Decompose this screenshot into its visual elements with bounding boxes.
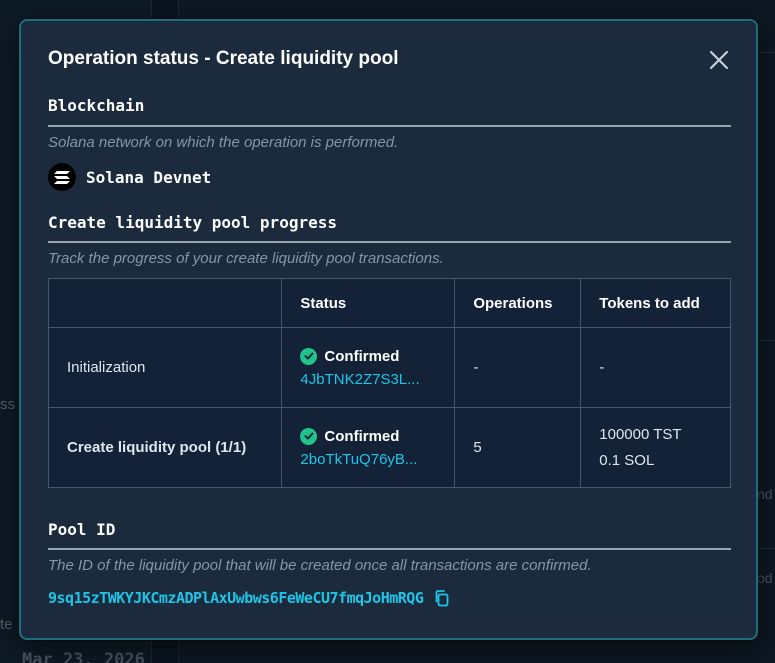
tokens-cell: 100000 TST 0.1 SOL xyxy=(580,407,731,488)
table-row: Initialization Confirmed 4JbTNK2Z7S3L...… xyxy=(47,327,731,408)
operations-value: 5 xyxy=(454,407,582,488)
pool-id-row: 9sq15zTWKYJKCmzADPlAxUwbws6FeWeCU7fmqJoH… xyxy=(48,589,451,607)
section-divider xyxy=(48,241,731,243)
background-text: od xyxy=(757,570,773,586)
table-header-row: Status Operations Tokens to add xyxy=(47,278,731,328)
close-button[interactable] xyxy=(707,48,731,72)
progress-table: Status Operations Tokens to add Initiali… xyxy=(47,278,731,488)
token-amount: 100000 TST xyxy=(599,425,682,443)
copy-icon[interactable] xyxy=(433,589,451,607)
status-cell: Confirmed 2boTkTuQ76yB... xyxy=(281,407,456,488)
pool-id-value[interactable]: 9sq15zTWKYJKCmzADPlAxUwbws6FeWeCU7fmqJoH… xyxy=(48,589,424,607)
background-text: ss xyxy=(0,396,15,413)
status-label: Confirmed xyxy=(324,347,400,365)
blockchain-description: Solana network on which the operation is… xyxy=(48,134,399,151)
token-amount: 0.1 SOL xyxy=(599,451,655,469)
check-circle-icon xyxy=(300,347,318,365)
modal-title: Operation status - Create liquidity pool xyxy=(48,48,399,69)
table-row: Create liquidity pool (1/1) Confirmed 2b… xyxy=(47,407,731,488)
status-label: Confirmed xyxy=(324,427,400,445)
background-date: Mar 23, 2026 xyxy=(22,650,145,663)
background-text: nd xyxy=(757,486,773,502)
background-text: te xyxy=(0,616,13,633)
progress-description: Track the progress of your create liquid… xyxy=(48,250,444,267)
column-header-status: Status xyxy=(281,278,456,328)
tokens-cell: - xyxy=(580,327,731,408)
step-name: Initialization xyxy=(47,327,283,408)
column-header-operations: Operations xyxy=(454,278,582,328)
network-selector: Solana Devnet xyxy=(48,163,211,191)
pool-id-heading: Pool ID xyxy=(48,520,116,539)
column-header-tokens: Tokens to add xyxy=(580,278,731,328)
close-icon[interactable] xyxy=(707,48,731,72)
step-name: Create liquidity pool (1/1) xyxy=(47,407,283,488)
column-header-step xyxy=(47,278,283,328)
operations-value: - xyxy=(454,327,582,408)
progress-heading: Create liquidity pool progress xyxy=(48,213,337,232)
check-circle-icon xyxy=(300,427,318,445)
blockchain-heading: Blockchain xyxy=(48,96,145,115)
network-name: Solana Devnet xyxy=(86,167,212,187)
pool-id-description: The ID of the liquidity pool that will b… xyxy=(48,557,592,574)
operation-status-modal: Operation status - Create liquidity pool… xyxy=(19,19,758,640)
solana-logo-icon xyxy=(48,163,76,191)
section-divider xyxy=(48,548,731,550)
status-cell: Confirmed 4JbTNK2Z7S3L... xyxy=(281,327,456,408)
transaction-link[interactable]: 2boTkTuQ76yB... xyxy=(300,451,436,468)
section-divider xyxy=(48,125,731,127)
token-amount: - xyxy=(599,358,605,376)
transaction-link[interactable]: 4JbTNK2Z7S3L... xyxy=(300,371,436,388)
